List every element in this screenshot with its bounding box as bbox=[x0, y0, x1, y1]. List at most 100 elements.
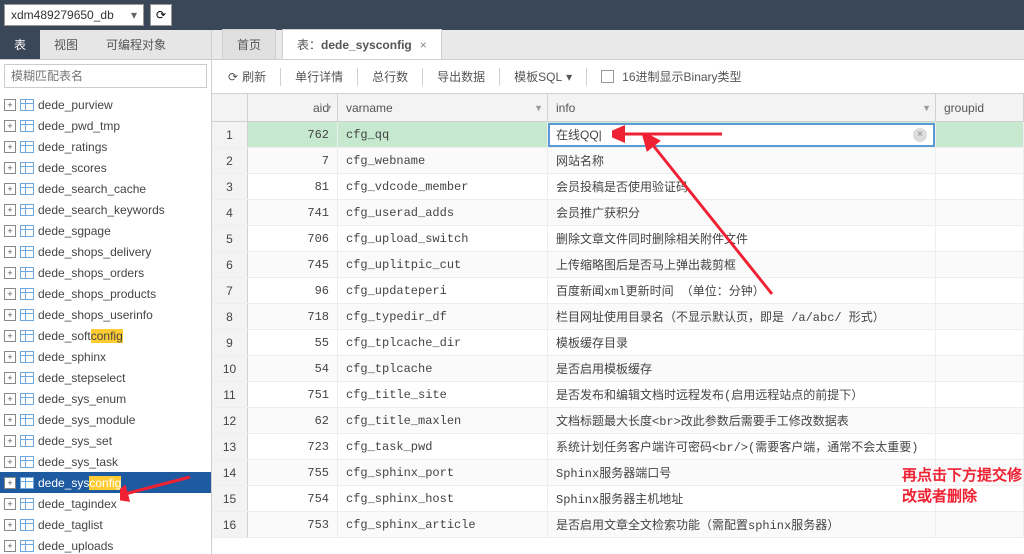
col-groupid[interactable]: groupid bbox=[936, 94, 1024, 121]
binary-hex-toggle[interactable]: 16进制显示Binary类型 bbox=[593, 64, 749, 89]
cell-aid[interactable]: 762 bbox=[248, 122, 338, 147]
cell-info[interactable]: Sphinx服务器主机地址 bbox=[548, 486, 936, 511]
expand-icon[interactable]: + bbox=[4, 246, 16, 258]
table-item[interactable]: +dede_purview bbox=[0, 94, 211, 115]
expand-icon[interactable]: + bbox=[4, 120, 16, 132]
cell-aid[interactable]: 753 bbox=[248, 512, 338, 537]
sidebar-tab-tables[interactable]: 表 bbox=[0, 30, 40, 59]
cell-groupid[interactable] bbox=[936, 226, 1024, 251]
sidebar-tab-programmable[interactable]: 可编程对象 bbox=[92, 30, 180, 59]
cell-aid[interactable]: 81 bbox=[248, 174, 338, 199]
cell-info[interactable]: 上传缩略图后是否马上弹出裁剪框 bbox=[548, 252, 936, 277]
filter-input[interactable] bbox=[4, 64, 207, 88]
cell-info[interactable]: Sphinx服务器端口号 bbox=[548, 460, 936, 485]
expand-icon[interactable]: + bbox=[4, 477, 16, 489]
row-detail-button[interactable]: 单行详情 bbox=[287, 64, 351, 89]
table-row[interactable]: 1762cfg_qq在线QQ|× bbox=[212, 122, 1024, 148]
cell-groupid[interactable] bbox=[936, 122, 1024, 147]
cell-varname[interactable]: cfg_updateperi bbox=[338, 278, 548, 303]
table-row[interactable]: 4741cfg_userad_adds会员推广获积分 bbox=[212, 200, 1024, 226]
table-item[interactable]: +dede_taglist bbox=[0, 514, 211, 535]
col-info[interactable]: info▼ bbox=[548, 94, 936, 121]
cell-aid[interactable]: 751 bbox=[248, 382, 338, 407]
table-tree[interactable]: +dede_purview+dede_pwd_tmp+dede_ratings+… bbox=[0, 92, 211, 554]
cell-varname[interactable]: cfg_tplcache_dir bbox=[338, 330, 548, 355]
table-row[interactable]: 381cfg_vdcode_member会员投稿是否使用验证码 bbox=[212, 174, 1024, 200]
table-item[interactable]: +dede_shops_products bbox=[0, 283, 211, 304]
table-item[interactable]: +dede_sys_task bbox=[0, 451, 211, 472]
cell-varname[interactable]: cfg_title_site bbox=[338, 382, 548, 407]
db-selector[interactable]: xdm489279650_db ▾ bbox=[4, 4, 144, 26]
cell-aid[interactable]: 7 bbox=[248, 148, 338, 173]
table-row[interactable]: 8718cfg_typedir_df栏目网址使用目录名（不显示默认页，即是 /a… bbox=[212, 304, 1024, 330]
table-row[interactable]: 1054cfg_tplcache是否启用模板缓存 bbox=[212, 356, 1024, 382]
cell-groupid[interactable] bbox=[936, 382, 1024, 407]
table-item[interactable]: +dede_search_cache bbox=[0, 178, 211, 199]
clear-icon[interactable]: × bbox=[913, 128, 927, 142]
table-item[interactable]: +dede_search_keywords bbox=[0, 199, 211, 220]
expand-icon[interactable]: + bbox=[4, 267, 16, 279]
cell-varname[interactable]: cfg_tplcache bbox=[338, 356, 548, 381]
cell-groupid[interactable] bbox=[936, 252, 1024, 277]
table-item[interactable]: +dede_shops_userinfo bbox=[0, 304, 211, 325]
table-item[interactable]: +dede_pwd_tmp bbox=[0, 115, 211, 136]
data-grid[interactable]: aid▼ varname▼ info▼ groupid 1762cfg_qq在线… bbox=[212, 94, 1024, 554]
chevron-down-icon[interactable]: ▼ bbox=[324, 103, 333, 113]
expand-icon[interactable]: + bbox=[4, 519, 16, 531]
table-row[interactable]: 6745cfg_uplitpic_cut上传缩略图后是否马上弹出裁剪框 bbox=[212, 252, 1024, 278]
table-item[interactable]: +dede_sphinx bbox=[0, 346, 211, 367]
table-row[interactable]: 11751cfg_title_site是否发布和编辑文档时远程发布(启用远程站点… bbox=[212, 382, 1024, 408]
tab-table[interactable]: 表：dede_sysconfig × bbox=[282, 29, 442, 59]
cell-varname[interactable]: cfg_webname bbox=[338, 148, 548, 173]
table-item[interactable]: +dede_sys_enum bbox=[0, 388, 211, 409]
cell-varname[interactable]: cfg_sphinx_article bbox=[338, 512, 548, 537]
close-icon[interactable]: × bbox=[420, 38, 427, 52]
cell-varname[interactable]: cfg_uplitpic_cut bbox=[338, 252, 548, 277]
cell-aid[interactable]: 745 bbox=[248, 252, 338, 277]
expand-icon[interactable]: + bbox=[4, 330, 16, 342]
col-rownum[interactable] bbox=[212, 94, 248, 121]
cell-info[interactable]: 百度新闻xml更新时间 （单位：分钟） bbox=[548, 278, 936, 303]
expand-icon[interactable]: + bbox=[4, 498, 16, 510]
cell-groupid[interactable] bbox=[936, 356, 1024, 381]
table-row[interactable]: 1262cfg_title_maxlen文档标题最大长度<br>改此参数后需要手… bbox=[212, 408, 1024, 434]
tab-home[interactable]: 首页 bbox=[222, 29, 276, 59]
col-varname[interactable]: varname▼ bbox=[338, 94, 548, 121]
table-row[interactable]: 5706cfg_upload_switch删除文章文件同时删除相关附件文件 bbox=[212, 226, 1024, 252]
expand-icon[interactable]: + bbox=[4, 99, 16, 111]
cell-info[interactable]: 删除文章文件同时删除相关附件文件 bbox=[548, 226, 936, 251]
cell-info[interactable]: 栏目网址使用目录名（不显示默认页，即是 /a/abc/ 形式） bbox=[548, 304, 936, 329]
table-item[interactable]: +dede_shops_orders bbox=[0, 262, 211, 283]
expand-icon[interactable]: + bbox=[4, 162, 16, 174]
edit-input[interactable]: 在线QQ|× bbox=[548, 123, 935, 147]
expand-icon[interactable]: + bbox=[4, 414, 16, 426]
table-row[interactable]: 14755cfg_sphinx_portSphinx服务器端口号 bbox=[212, 460, 1024, 486]
cell-aid[interactable]: 55 bbox=[248, 330, 338, 355]
cell-aid[interactable]: 754 bbox=[248, 486, 338, 511]
table-row[interactable]: 13723cfg_task_pwd系统计划任务客户端许可密码<br/>(需要客户… bbox=[212, 434, 1024, 460]
expand-icon[interactable]: + bbox=[4, 183, 16, 195]
cell-info[interactable]: 会员投稿是否使用验证码 bbox=[548, 174, 936, 199]
expand-icon[interactable]: + bbox=[4, 372, 16, 384]
cell-varname[interactable]: cfg_sphinx_host bbox=[338, 486, 548, 511]
chevron-down-icon[interactable]: ▼ bbox=[922, 103, 931, 113]
cell-varname[interactable]: cfg_userad_adds bbox=[338, 200, 548, 225]
cell-varname[interactable]: cfg_typedir_df bbox=[338, 304, 548, 329]
chevron-down-icon[interactable]: ▼ bbox=[534, 103, 543, 113]
cell-groupid[interactable] bbox=[936, 460, 1024, 485]
row-count-button[interactable]: 总行数 bbox=[364, 64, 416, 89]
table-item[interactable]: +dede_ratings bbox=[0, 136, 211, 157]
table-row[interactable]: 16753cfg_sphinx_article是否启用文章全文检索功能（需配置s… bbox=[212, 512, 1024, 538]
expand-icon[interactable]: + bbox=[4, 540, 16, 552]
cell-aid[interactable]: 741 bbox=[248, 200, 338, 225]
expand-icon[interactable]: + bbox=[4, 393, 16, 405]
table-row[interactable]: 796cfg_updateperi百度新闻xml更新时间 （单位：分钟） bbox=[212, 278, 1024, 304]
table-item[interactable]: +dede_softconfig bbox=[0, 325, 211, 346]
table-item[interactable]: +dede_uploads bbox=[0, 535, 211, 554]
cell-info[interactable]: 是否启用模板缓存 bbox=[548, 356, 936, 381]
table-row[interactable]: 27cfg_webname网站名称 bbox=[212, 148, 1024, 174]
sidebar-tab-views[interactable]: 视图 bbox=[40, 30, 92, 59]
table-item[interactable]: +dede_scores bbox=[0, 157, 211, 178]
cell-info[interactable]: 是否发布和编辑文档时远程发布(启用远程站点的前提下） bbox=[548, 382, 936, 407]
cell-aid[interactable]: 755 bbox=[248, 460, 338, 485]
